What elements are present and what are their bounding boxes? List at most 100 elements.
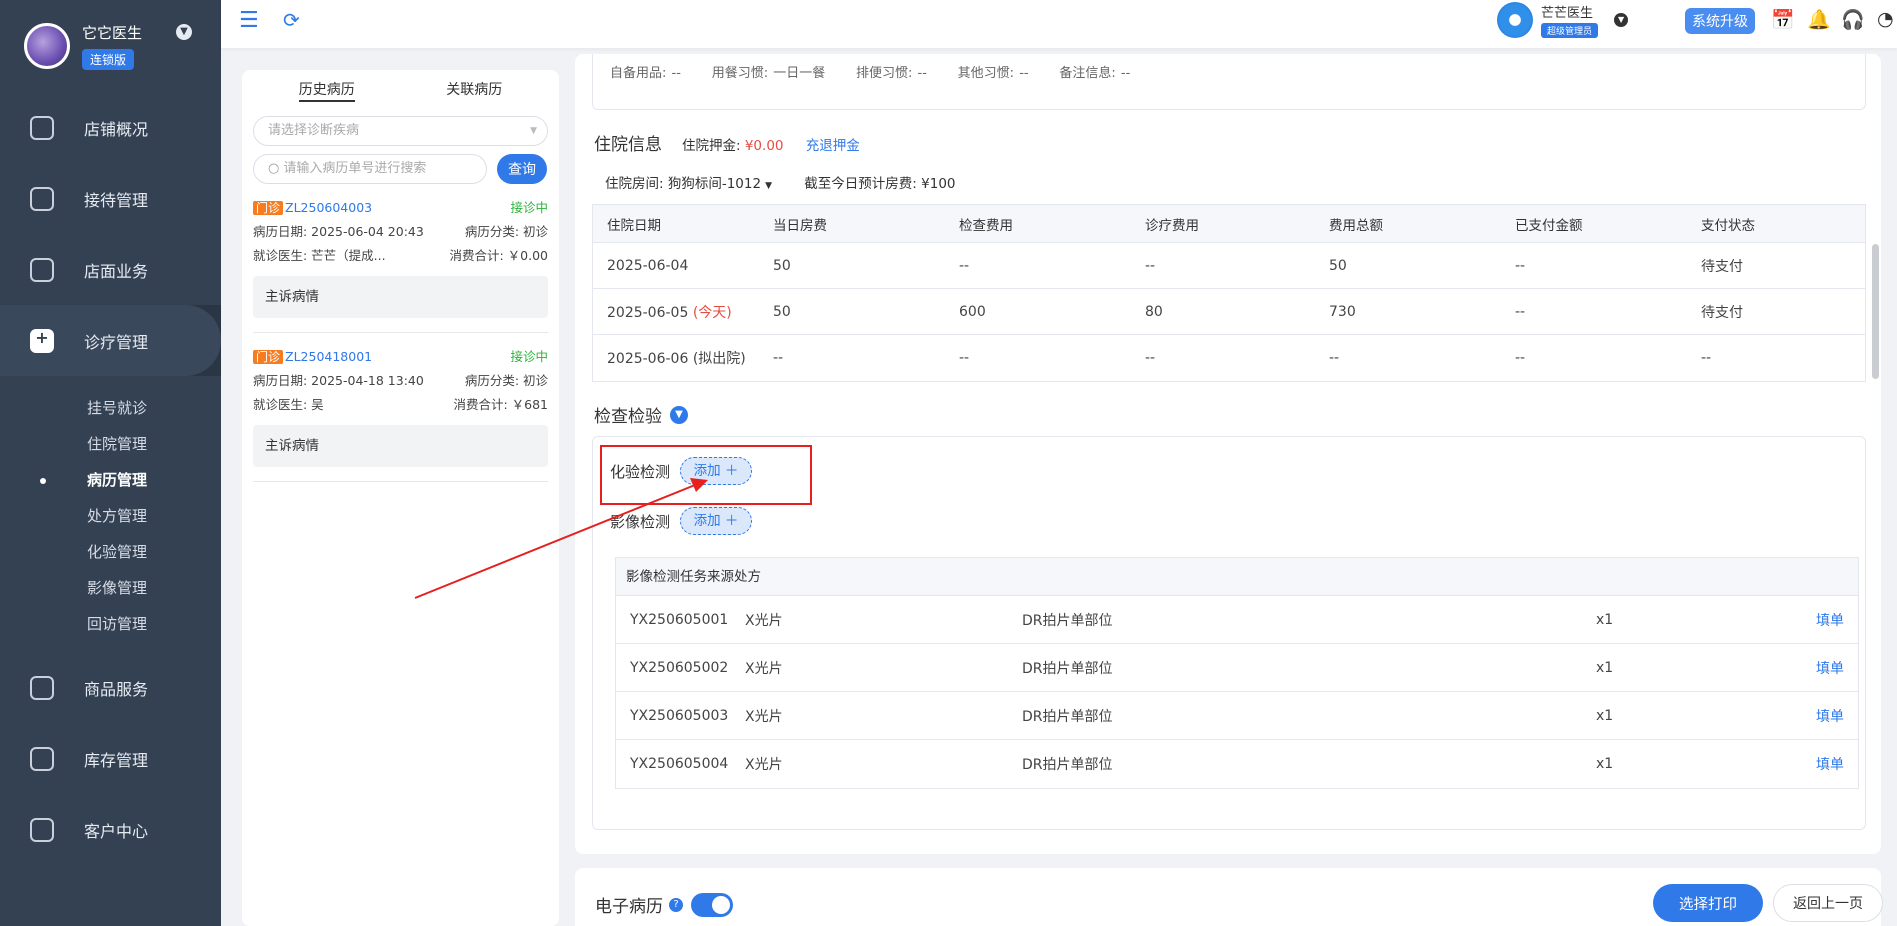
sidebar-item-products[interactable]: 商品服务 bbox=[0, 652, 221, 723]
tab-related-records[interactable]: 关联病历 bbox=[401, 79, 549, 99]
record-doctor: 就诊医生: 芒芒（提成... bbox=[253, 248, 386, 263]
bag-icon bbox=[30, 675, 54, 700]
bell-icon[interactable]: 🔔 bbox=[1807, 8, 1831, 31]
clipboard-icon bbox=[30, 186, 54, 211]
record-total: 消费合计: ￥681 bbox=[453, 397, 548, 412]
sidebar-subitem-imaging[interactable]: 影像管理 bbox=[0, 570, 221, 606]
sidebar-item-label: 客户中心 bbox=[84, 821, 149, 841]
record-search-input[interactable]: ○ 请输入病历单号进行搜索 bbox=[253, 154, 487, 184]
sidebar-item-store-overview[interactable]: 店铺概况 bbox=[0, 92, 221, 163]
brand-name: 它它医生 bbox=[82, 24, 143, 42]
sidebar-item-customers[interactable]: 客户中心 bbox=[0, 794, 221, 865]
avatar bbox=[1497, 2, 1533, 38]
sidebar-item-label: 接待管理 bbox=[84, 190, 149, 210]
sidebar: 它它医生 连锁版 ▼ 店铺概况 接待管理 店面业务 诊疗管理 挂号就诊 住院管理… bbox=[0, 0, 221, 926]
room-select[interactable]: 住院房间: 狗狗标间-1012 ▼ bbox=[605, 176, 772, 192]
sidebar-subitem-lab-tests[interactable]: 化验管理 bbox=[0, 534, 221, 570]
emr-card: 电子病历 ? 选择打印 返回上一页 bbox=[575, 868, 1883, 926]
room-row: 住院房间: 狗狗标间-1012 ▼ 截至今日预计房费: ¥100 bbox=[605, 172, 956, 192]
topbar: ☰ ⟳ 芒芒医生 超级管理员 ▼ 系统升级 📅 🔔 🎧 ◔ bbox=[221, 0, 1897, 48]
exam-title: 检查检验 ▼ bbox=[594, 402, 688, 427]
habits-section: 自备用品: -- 用餐习惯: 一日一餐 排便习惯: -- 其他习惯: -- 备注… bbox=[592, 54, 1866, 110]
sidebar-item-label: 店铺概况 bbox=[84, 119, 149, 139]
fill-form-link[interactable]: 填单 bbox=[1816, 754, 1844, 774]
status-badge: 接诊中 bbox=[510, 349, 548, 364]
disease-select[interactable]: 请选择诊断疾病 bbox=[253, 116, 548, 146]
record-doctor: 就诊医生: 吴 bbox=[253, 397, 324, 412]
table-row: YX250605001 X光片 DR拍片单部位 x1 填单 bbox=[616, 596, 1858, 644]
user-icon bbox=[30, 817, 54, 842]
list-item[interactable]: 门诊 ZL250604003 接诊中 病历日期: 2025-06-04 20:43… bbox=[253, 184, 548, 333]
add-imaging-button[interactable]: 添加 ＋ bbox=[680, 507, 753, 535]
sidebar-item-label: 库存管理 bbox=[84, 750, 149, 770]
search-icon: ○ bbox=[268, 161, 280, 176]
home-icon bbox=[30, 257, 54, 282]
query-button[interactable]: 查询 bbox=[497, 154, 547, 184]
imaging-table: 影像检测任务来源处方 YX250605001 X光片 DR拍片单部位 x1 填单… bbox=[615, 557, 1859, 789]
chief-complaint: 主诉病情 bbox=[253, 425, 548, 467]
tab-history-records[interactable]: 历史病历 bbox=[253, 79, 401, 102]
table-scrollbar[interactable] bbox=[1872, 244, 1879, 379]
edition-badge: 连锁版 bbox=[82, 49, 135, 70]
chevron-down-icon[interactable]: ▼ bbox=[1614, 13, 1629, 27]
back-button[interactable]: 返回上一页 bbox=[1773, 884, 1883, 922]
chevron-down-icon[interactable]: ▼ bbox=[670, 405, 688, 424]
caret-down-icon: ▼ bbox=[765, 181, 772, 191]
deposit-info: 住院押金: ¥0.00 充退押金 bbox=[682, 138, 860, 154]
sidebar-submenu: 挂号就诊 住院管理 病历管理 处方管理 化验管理 影像管理 回访管理 bbox=[0, 376, 221, 652]
fill-form-link[interactable]: 填单 bbox=[1816, 706, 1844, 726]
table-header: 住院日期 当日房费 检查费用 诊疗费用 费用总额 已支付金额 支付状态 bbox=[593, 205, 1865, 243]
record-category: 病历分类: 初诊 bbox=[464, 224, 548, 239]
chevron-down-icon[interactable]: ▼ bbox=[176, 24, 192, 40]
table-row: 2025-06-04 50 -- -- 50 -- 待支付 bbox=[593, 243, 1865, 289]
brand: 它它医生 连锁版 ▼ bbox=[0, 0, 221, 92]
calendar-icon[interactable]: 📅 bbox=[1771, 8, 1795, 31]
emr-title: 电子病历 ? bbox=[595, 892, 733, 917]
habits-text: 自备用品: -- 用餐习惯: 一日一餐 排便习惯: -- 其他习惯: -- 备注… bbox=[610, 66, 1131, 81]
chief-complaint: 主诉病情 bbox=[253, 276, 548, 318]
record-category: 病历分类: 初诊 bbox=[464, 373, 548, 388]
imaging-table-header: 影像检测任务来源处方 bbox=[616, 558, 1858, 596]
sidebar-subitem-registration[interactable]: 挂号就诊 bbox=[0, 390, 221, 426]
table-row: 2025-06-05 (今天) 50 600 80 730 -- 待支付 bbox=[593, 289, 1865, 335]
imaging-row: 影像检测 添加 ＋ bbox=[610, 507, 753, 535]
list-item[interactable]: 门诊 ZL250418001 接诊中 病历日期: 2025-04-18 13:40… bbox=[253, 333, 548, 482]
record-number[interactable]: ZL250604003 bbox=[285, 200, 372, 215]
records-panel: 历史病历 关联病历 请选择诊断疾病 ○请输入病历单号进行搜索 查询 门诊ZL25… bbox=[242, 70, 559, 926]
menu-icon[interactable]: ☰ bbox=[239, 8, 259, 33]
fill-form-link[interactable]: 填单 bbox=[1816, 610, 1844, 630]
deposit-refund-link[interactable]: 充退押金 bbox=[806, 138, 860, 154]
imaging-label: 影像检测 bbox=[610, 512, 671, 531]
box-icon bbox=[30, 746, 54, 771]
sidebar-item-label: 诊疗管理 bbox=[84, 332, 149, 352]
hospital-title: 住院信息 bbox=[594, 135, 662, 155]
sidebar-item-reception[interactable]: 接待管理 bbox=[0, 163, 221, 234]
clock-icon[interactable]: ◔ bbox=[1877, 8, 1894, 30]
user-name: 芒芒医生 bbox=[1541, 6, 1594, 21]
records-tabs: 历史病历 关联病历 bbox=[253, 70, 548, 108]
headset-icon[interactable]: 🎧 bbox=[1841, 8, 1865, 31]
sidebar-subitem-prescriptions[interactable]: 处方管理 bbox=[0, 498, 221, 534]
table-row: YX250605002 X光片 DR拍片单部位 x1 填单 bbox=[616, 644, 1858, 692]
record-tag: 门诊 bbox=[253, 201, 284, 215]
sidebar-item-diagnosis[interactable]: 诊疗管理 bbox=[0, 305, 221, 376]
fill-form-link[interactable]: 填单 bbox=[1816, 658, 1844, 678]
emr-toggle[interactable] bbox=[691, 892, 733, 917]
refresh-icon[interactable]: ⟳ bbox=[283, 8, 300, 32]
sidebar-item-store-business[interactable]: 店面业务 bbox=[0, 234, 221, 305]
sidebar-item-label: 商品服务 bbox=[84, 679, 149, 699]
record-date: 病历日期: 2025-06-04 20:43 bbox=[253, 224, 424, 239]
sidebar-subitem-follow-up[interactable]: 回访管理 bbox=[0, 606, 221, 642]
upgrade-button[interactable]: 系统升级 bbox=[1685, 8, 1755, 34]
monitor-icon bbox=[30, 115, 54, 140]
help-icon[interactable]: ? bbox=[669, 897, 683, 912]
sidebar-subitem-hospitalization[interactable]: 住院管理 bbox=[0, 426, 221, 462]
medical-kit-icon bbox=[30, 328, 54, 353]
record-number[interactable]: ZL250418001 bbox=[285, 349, 372, 364]
estimated-fee: 截至今日预计房费: ¥100 bbox=[804, 176, 956, 192]
role-badge: 超级管理员 bbox=[1541, 23, 1599, 38]
print-button[interactable]: 选择打印 bbox=[1653, 884, 1763, 922]
sidebar-item-inventory[interactable]: 库存管理 bbox=[0, 723, 221, 794]
user-menu[interactable]: 芒芒医生 超级管理员 ▼ bbox=[1497, 2, 1629, 38]
sidebar-subitem-medical-records[interactable]: 病历管理 bbox=[0, 462, 221, 498]
